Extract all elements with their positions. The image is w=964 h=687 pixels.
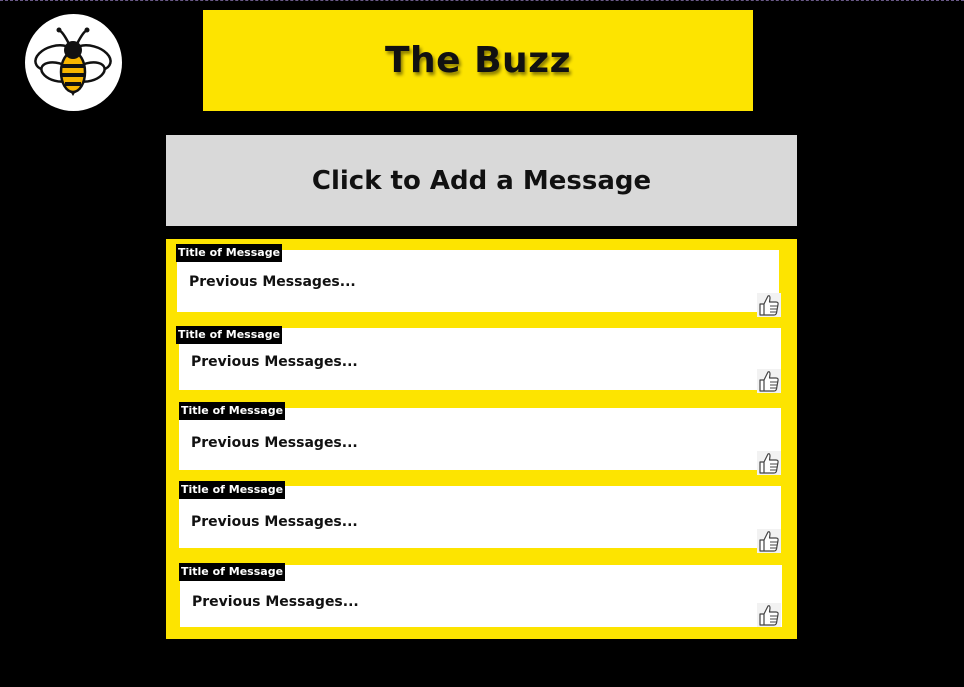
- message-body: Previous Messages...: [191, 354, 358, 370]
- add-message-label: Click to Add a Message: [311, 165, 652, 196]
- canvas-border: [0, 0, 964, 2]
- thumbs-up-icon: [759, 371, 779, 392]
- like-button[interactable]: [757, 529, 781, 553]
- bee-icon: [34, 27, 112, 96]
- like-button[interactable]: [757, 451, 781, 475]
- like-button[interactable]: [757, 369, 781, 393]
- message-body: Previous Messages...: [191, 514, 358, 530]
- message-title: Title of Message: [179, 481, 286, 499]
- app-title: The Buzz: [384, 40, 572, 81]
- message-body: Previous Messages...: [192, 594, 359, 610]
- thumbs-up-icon: [759, 531, 779, 552]
- message-body: Previous Messages...: [189, 274, 356, 290]
- app-header: The Buzz: [203, 10, 753, 111]
- message-list: Previous Messages... Title of Message Pr…: [166, 239, 797, 639]
- message-body: Previous Messages...: [191, 435, 358, 451]
- like-button[interactable]: [757, 603, 781, 627]
- thumbs-up-icon: [759, 295, 779, 316]
- like-button[interactable]: [757, 293, 781, 317]
- bee-logo: [25, 14, 122, 111]
- message-title: Title of Message: [179, 563, 286, 581]
- message-title: Title of Message: [179, 402, 286, 420]
- message-title: Title of Message: [176, 244, 283, 262]
- message-title: Title of Message: [176, 326, 283, 344]
- thumbs-up-icon: [759, 453, 779, 474]
- thumbs-up-icon: [759, 605, 779, 626]
- add-message-button[interactable]: Click to Add a Message: [166, 135, 797, 226]
